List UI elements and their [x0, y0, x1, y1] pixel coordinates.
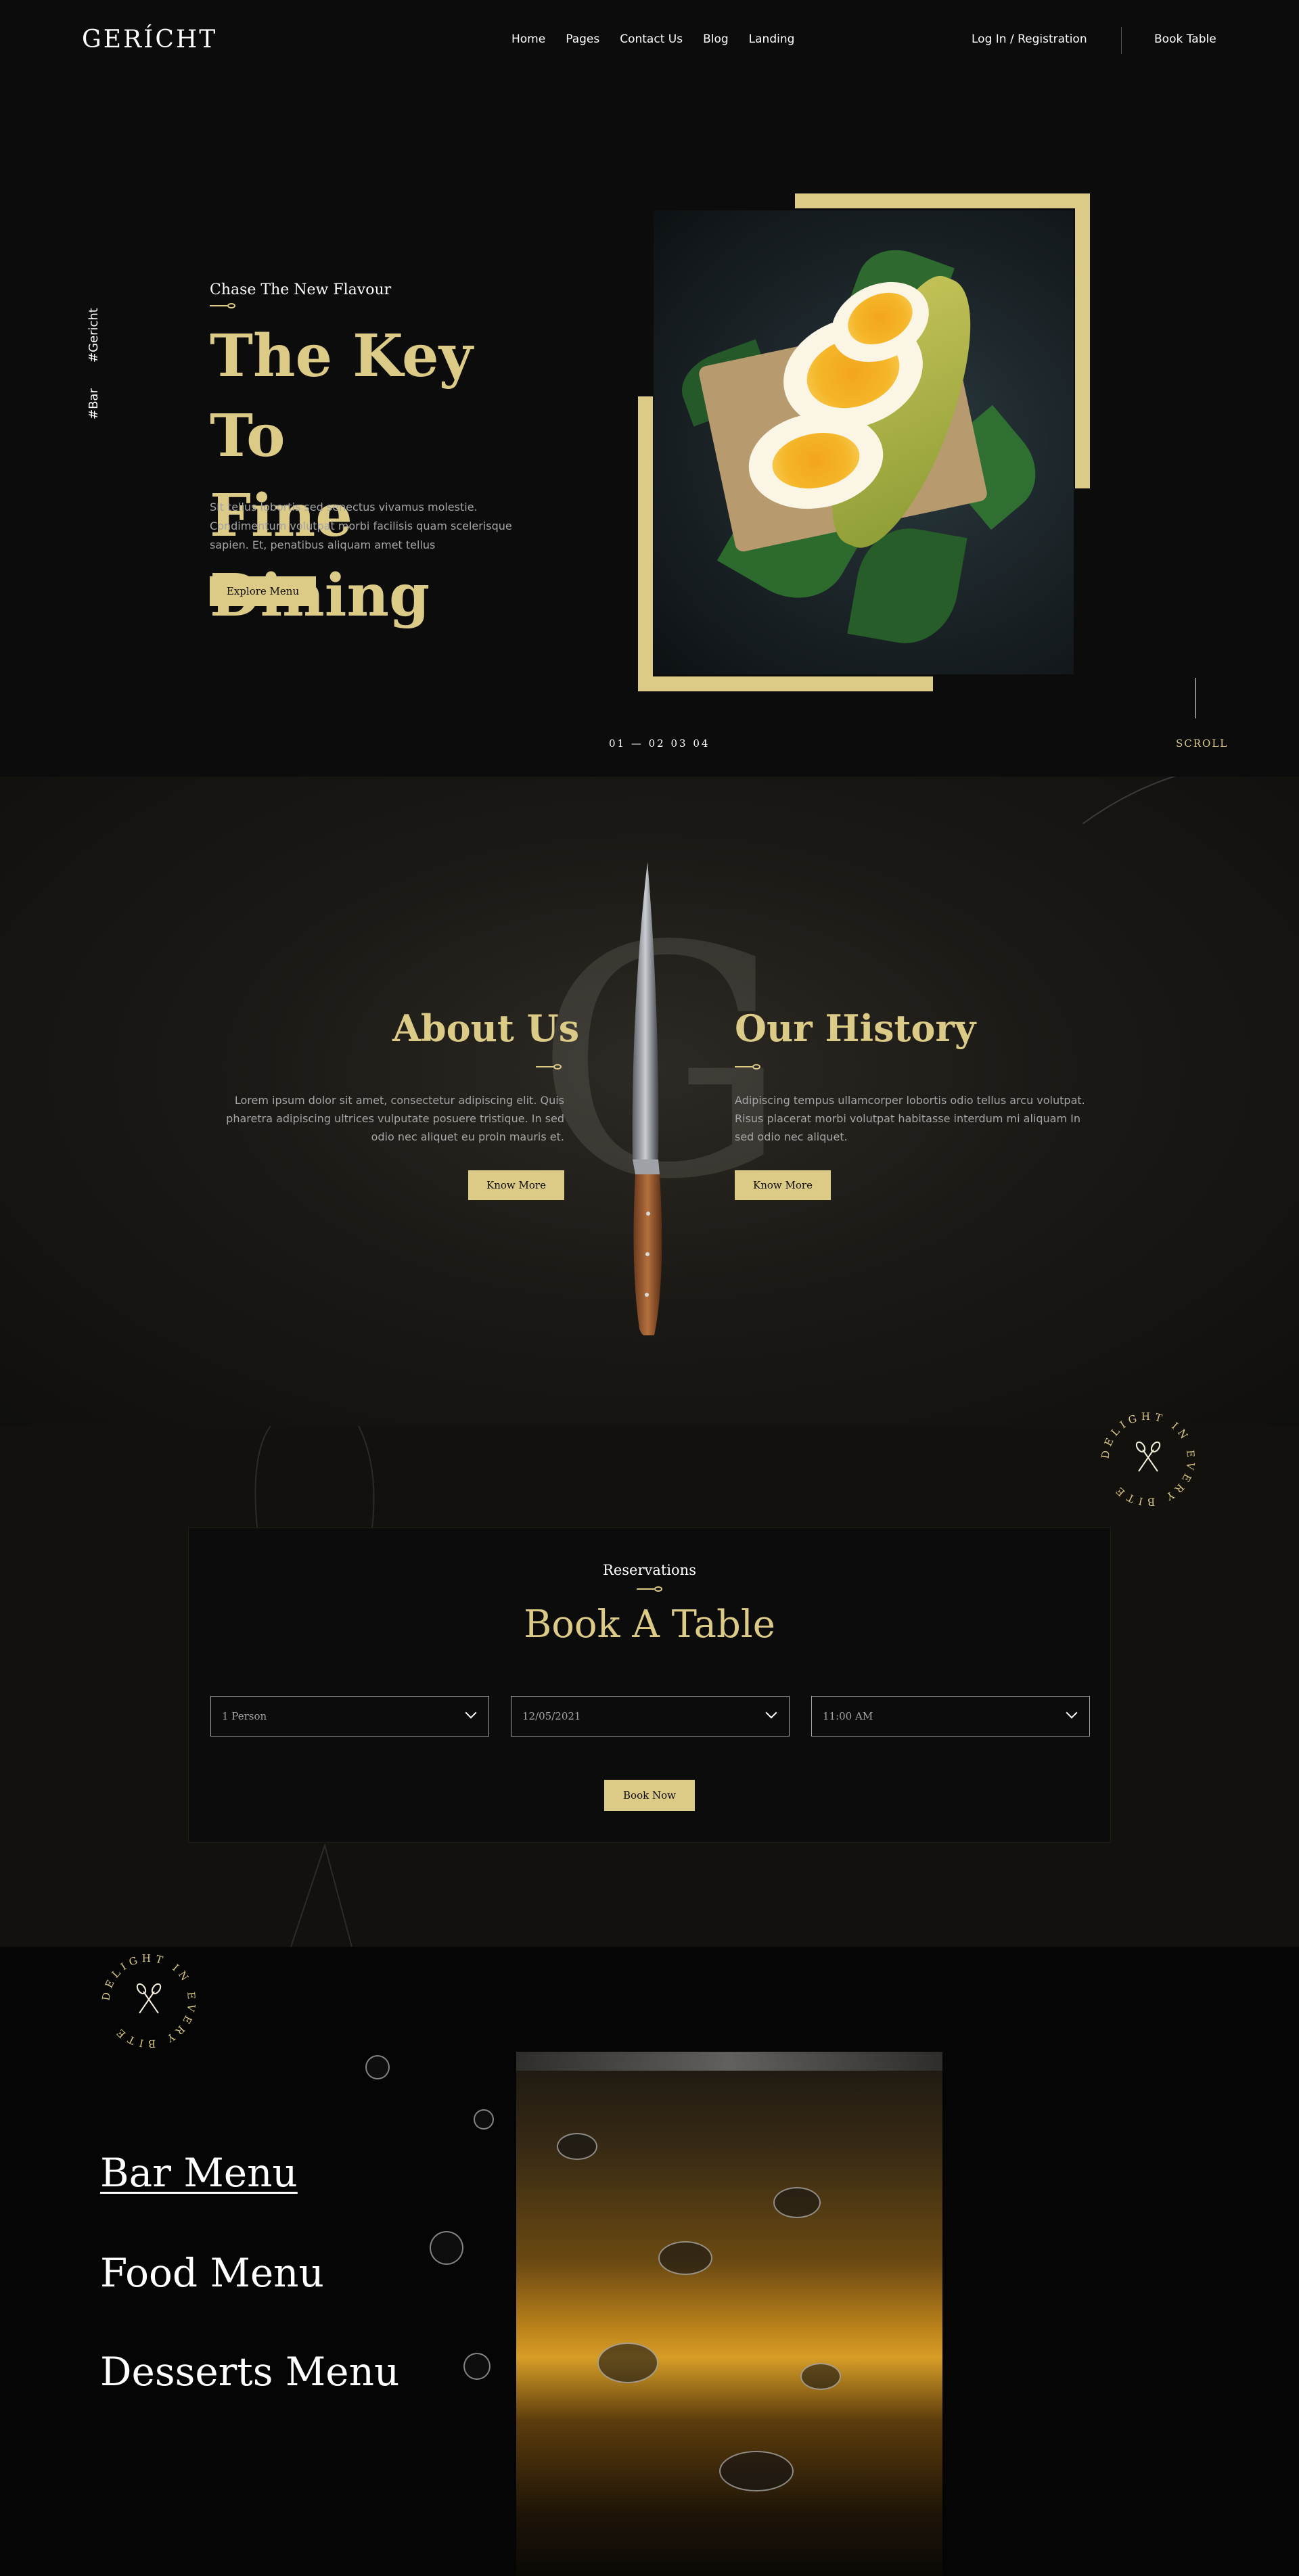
- reservation-subtitle: Reservations: [603, 1562, 696, 1578]
- history-title: Our History: [735, 1007, 976, 1050]
- scroll-line: [1195, 678, 1196, 718]
- nav-link-contact[interactable]: Contact Us: [620, 32, 683, 46]
- svg-text:DELIGHT IN EVERY BITE: DELIGHT IN EVERY BITE: [99, 1952, 198, 2050]
- persons-value: 1 Person: [222, 1710, 267, 1722]
- delight-badge: DELIGHT IN EVERY BITE: [1094, 1405, 1202, 1513]
- spoons-icon: [136, 1983, 162, 2014]
- slide-indicator[interactable]: 01 — 02 03 04: [609, 737, 710, 750]
- nav-links: Home Pages Contact Us Blog Landing: [511, 32, 815, 46]
- menu-item-bar[interactable]: Bar Menu: [100, 2150, 298, 2196]
- knife-image: [632, 862, 662, 1335]
- spoon-icon: [735, 1064, 760, 1070]
- nav-link-blog[interactable]: Blog: [703, 32, 729, 46]
- chevron-down-icon: [765, 1707, 777, 1719]
- date-value: 12/05/2021: [522, 1710, 581, 1722]
- spoon-icon: [637, 1586, 662, 1592]
- date-select[interactable]: 12/05/2021: [511, 1696, 790, 1736]
- chevron-down-icon: [1066, 1707, 1078, 1719]
- nav-link-home[interactable]: Home: [511, 32, 545, 46]
- nav-link-landing[interactable]: Landing: [749, 32, 795, 46]
- about-title: About Us: [392, 1007, 580, 1050]
- book-now-button[interactable]: Book Now: [604, 1780, 695, 1811]
- splash-drop: [365, 2055, 390, 2079]
- nav-link-pages[interactable]: Pages: [566, 32, 599, 46]
- tag-bar[interactable]: #Bar: [87, 388, 101, 419]
- time-select[interactable]: 11:00 AM: [811, 1696, 1090, 1736]
- nav-divider: [1121, 27, 1122, 54]
- badge-text: DELIGHT IN EVERY BITE: [1099, 1410, 1193, 1508]
- chevron-down-icon: [465, 1707, 477, 1719]
- splash-drop: [463, 2353, 491, 2380]
- about-know-more-button[interactable]: Know More: [468, 1170, 564, 1200]
- logo[interactable]: GERÍCHT: [82, 26, 217, 53]
- time-value: 11:00 AM: [823, 1710, 873, 1722]
- hero-subtitle: Chase The New Flavour: [210, 281, 392, 298]
- book-table-link[interactable]: Book Table: [1154, 32, 1216, 46]
- hero-title-line1: The Key To: [210, 322, 473, 470]
- spoons-icon: [1135, 1441, 1161, 1472]
- menu-item-food[interactable]: Food Menu: [100, 2250, 324, 2296]
- navbar: GERÍCHT Home Pages Contact Us Blog Landi…: [0, 0, 1299, 80]
- decorative-arc: [1082, 777, 1177, 824]
- spoon-icon: [210, 303, 235, 308]
- spoon-icon: [536, 1064, 562, 1070]
- splash-drop: [430, 2231, 463, 2265]
- about-text: Lorem ipsum dolor sit amet, consectetur …: [226, 1094, 564, 1143]
- svg-text:DELIGHT IN EVERY BITE: DELIGHT IN EVERY BITE: [1099, 1410, 1197, 1508]
- hero-description: Sit tellus lobortis sed senectus vivamus…: [210, 501, 512, 551]
- menu-item-desserts[interactable]: Desserts Menu: [100, 2349, 399, 2395]
- explore-menu-button[interactable]: Explore Menu: [210, 576, 316, 606]
- history-text: Adipiscing tempus ullamcorper lobortis o…: [735, 1094, 1085, 1143]
- hero-food-image: [654, 210, 1074, 674]
- reservation-title: Book A Table: [524, 1603, 775, 1647]
- badge-text: DELIGHT IN EVERY BITE: [99, 1952, 193, 2050]
- login-link[interactable]: Log In / Registration: [972, 32, 1087, 46]
- splash-drop: [474, 2109, 494, 2130]
- history-know-more-button[interactable]: Know More: [735, 1170, 831, 1200]
- menu-section: DELIGHT IN EVERY BITE Bar Menu Food Menu…: [0, 1947, 1299, 2576]
- scroll-label[interactable]: SCROLL: [1176, 737, 1228, 750]
- delight-badge: DELIGHT IN EVERY BITE: [95, 1947, 203, 2055]
- reservation-card: Reservations Book A Table 1 Person 12/05…: [188, 1527, 1111, 1843]
- persons-select[interactable]: 1 Person: [210, 1696, 489, 1736]
- hero-section: #Bar #Gericht Chase The New Flavour The …: [0, 80, 1299, 777]
- about-section: G About Us Lorem ipsum dolor sit amet, c…: [0, 777, 1299, 1426]
- whisky-glass-image: [516, 2052, 942, 2576]
- tag-gericht[interactable]: #Gericht: [87, 308, 101, 363]
